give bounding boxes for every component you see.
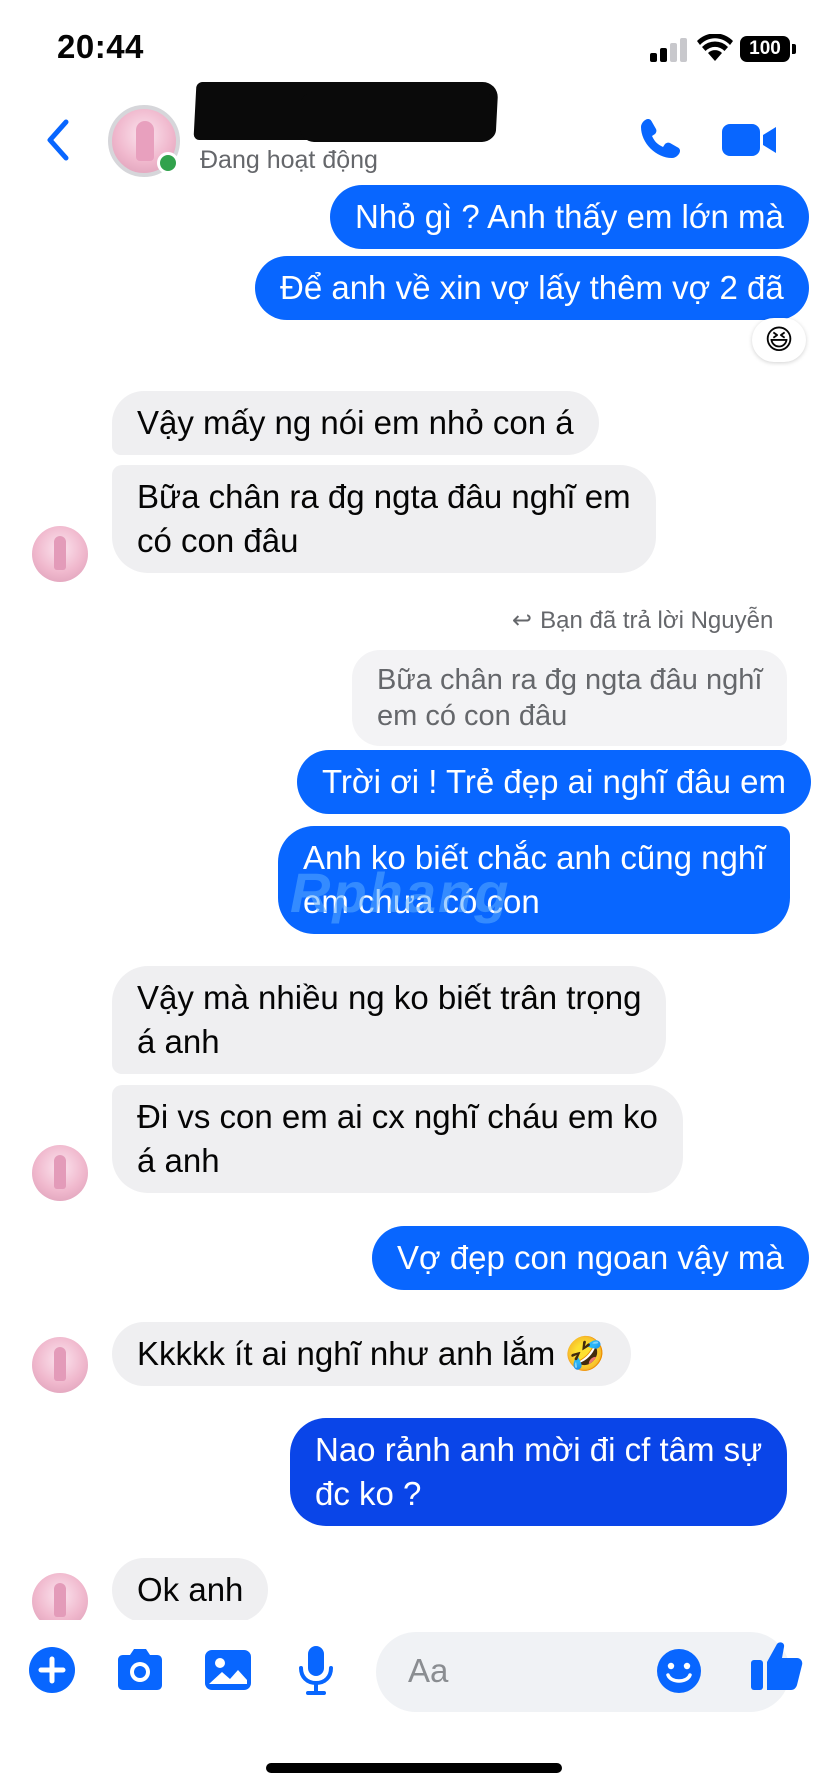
- message-text: Nhỏ gì ? Anh thấy em lớn mà: [355, 198, 784, 235]
- home-indicator: [266, 1763, 562, 1773]
- message-line: Bữa chân ra đg ngta đâu nghĩ em: [137, 478, 631, 515]
- plus-circle-icon[interactable]: [24, 1642, 80, 1698]
- battery-tip: [792, 44, 796, 54]
- thumbs-up-icon[interactable]: [748, 1636, 806, 1694]
- back-arrow-icon[interactable]: [38, 114, 78, 166]
- watermark: Rphang: [290, 861, 511, 924]
- message-input[interactable]: Aa: [376, 1632, 790, 1712]
- message-line: đc ko ?: [315, 1475, 422, 1512]
- reply-indicator: ↩ Bạn đã trả lời Nguyễn: [512, 606, 773, 635]
- chat-header: Đang hoạt động: [0, 82, 828, 180]
- phone-icon[interactable]: [636, 115, 684, 163]
- sender-avatar[interactable]: [32, 526, 88, 582]
- wifi-icon: [697, 34, 733, 61]
- reply-note-text: Bạn đã trả lời Nguyễn: [540, 607, 774, 634]
- message-bubble-incoming[interactable]: Vậy mấy ng nói em nhỏ con á: [112, 391, 599, 455]
- reply-arrow-icon: ↩: [512, 607, 533, 634]
- message-text: Vợ đẹp con ngoan vậy mà: [397, 1239, 784, 1276]
- sender-avatar[interactable]: [32, 1337, 88, 1393]
- message-bubble-outgoing[interactable]: Để anh về xin vợ lấy thêm vợ 2 đã: [255, 256, 809, 320]
- message-bubble-incoming[interactable]: Ok anh: [112, 1558, 269, 1622]
- message-bubble-outgoing[interactable]: Nhỏ gì ? Anh thấy em lớn mà: [330, 185, 809, 249]
- active-status: Đang hoạt động: [200, 146, 378, 174]
- message-line: Vậy mà nhiều ng ko biết trân trọng: [137, 979, 642, 1016]
- microphone-icon[interactable]: [288, 1642, 344, 1698]
- message-text: Ok anh: [137, 1571, 244, 1608]
- message-input-placeholder: Aa: [408, 1652, 449, 1689]
- sender-avatar[interactable]: [32, 1145, 88, 1201]
- message-bubble-outgoing[interactable]: Trời ơi ! Trẻ đẹp ai nghĩ đâu em: [297, 750, 811, 814]
- message-bubble-outgoing[interactable]: Vợ đẹp con ngoan vậy mà: [372, 1226, 809, 1290]
- message-text: Để anh về xin vợ lấy thêm vợ 2 đã: [280, 269, 784, 306]
- reaction-badge[interactable]: 😆: [752, 318, 806, 362]
- camera-icon[interactable]: [112, 1642, 168, 1698]
- message-text: Kkkkk ít ai nghĩ như anh lắm 🤣: [137, 1335, 606, 1372]
- message-line: Đi vs con em ai cx nghĩ cháu em ko: [137, 1098, 658, 1135]
- status-time: 20:44: [57, 28, 144, 65]
- message-line: có con đâu: [137, 522, 299, 559]
- message-line: á anh: [137, 1142, 220, 1179]
- battery-indicator: 100: [740, 36, 790, 62]
- video-camera-icon[interactable]: [722, 120, 778, 160]
- message-bubble-incoming[interactable]: Đi vs con em ai cx nghĩ cháu em ko á anh: [112, 1085, 683, 1193]
- online-indicator: [157, 152, 179, 174]
- message-bubble-incoming[interactable]: Kkkkk ít ai nghĩ như anh lắm 🤣: [112, 1322, 631, 1386]
- message-text: Vậy mấy ng nói em nhỏ con á: [137, 404, 574, 441]
- message-text: Trời ơi ! Trẻ đẹp ai nghĩ đâu em: [322, 763, 786, 800]
- message-composer: Aa: [0, 1620, 828, 1720]
- quoted-message[interactable]: Bữa chân ra đg ngta đâu nghĩ em có con đ…: [352, 650, 788, 746]
- image-icon[interactable]: [200, 1642, 256, 1698]
- quoted-line: em có con đâu: [377, 700, 568, 732]
- message-bubble-incoming[interactable]: Vậy mà nhiều ng ko biết trân trọng á anh: [112, 966, 667, 1074]
- signal-icon: [650, 38, 690, 62]
- message-bubble-incoming[interactable]: Bữa chân ra đg ngta đâu nghĩ em có con đ…: [112, 465, 656, 573]
- message-bubble-outgoing[interactable]: Nao rảnh anh mời đi cf tâm sự đc ko ?: [290, 1418, 788, 1526]
- message-line: á anh: [137, 1023, 220, 1060]
- message-line: Nao rảnh anh mời đi cf tâm sự: [315, 1431, 763, 1468]
- redaction-mark: [300, 92, 496, 142]
- smiley-icon[interactable]: [654, 1646, 704, 1696]
- quoted-line: Bữa chân ra đg ngta đâu nghĩ: [377, 664, 763, 696]
